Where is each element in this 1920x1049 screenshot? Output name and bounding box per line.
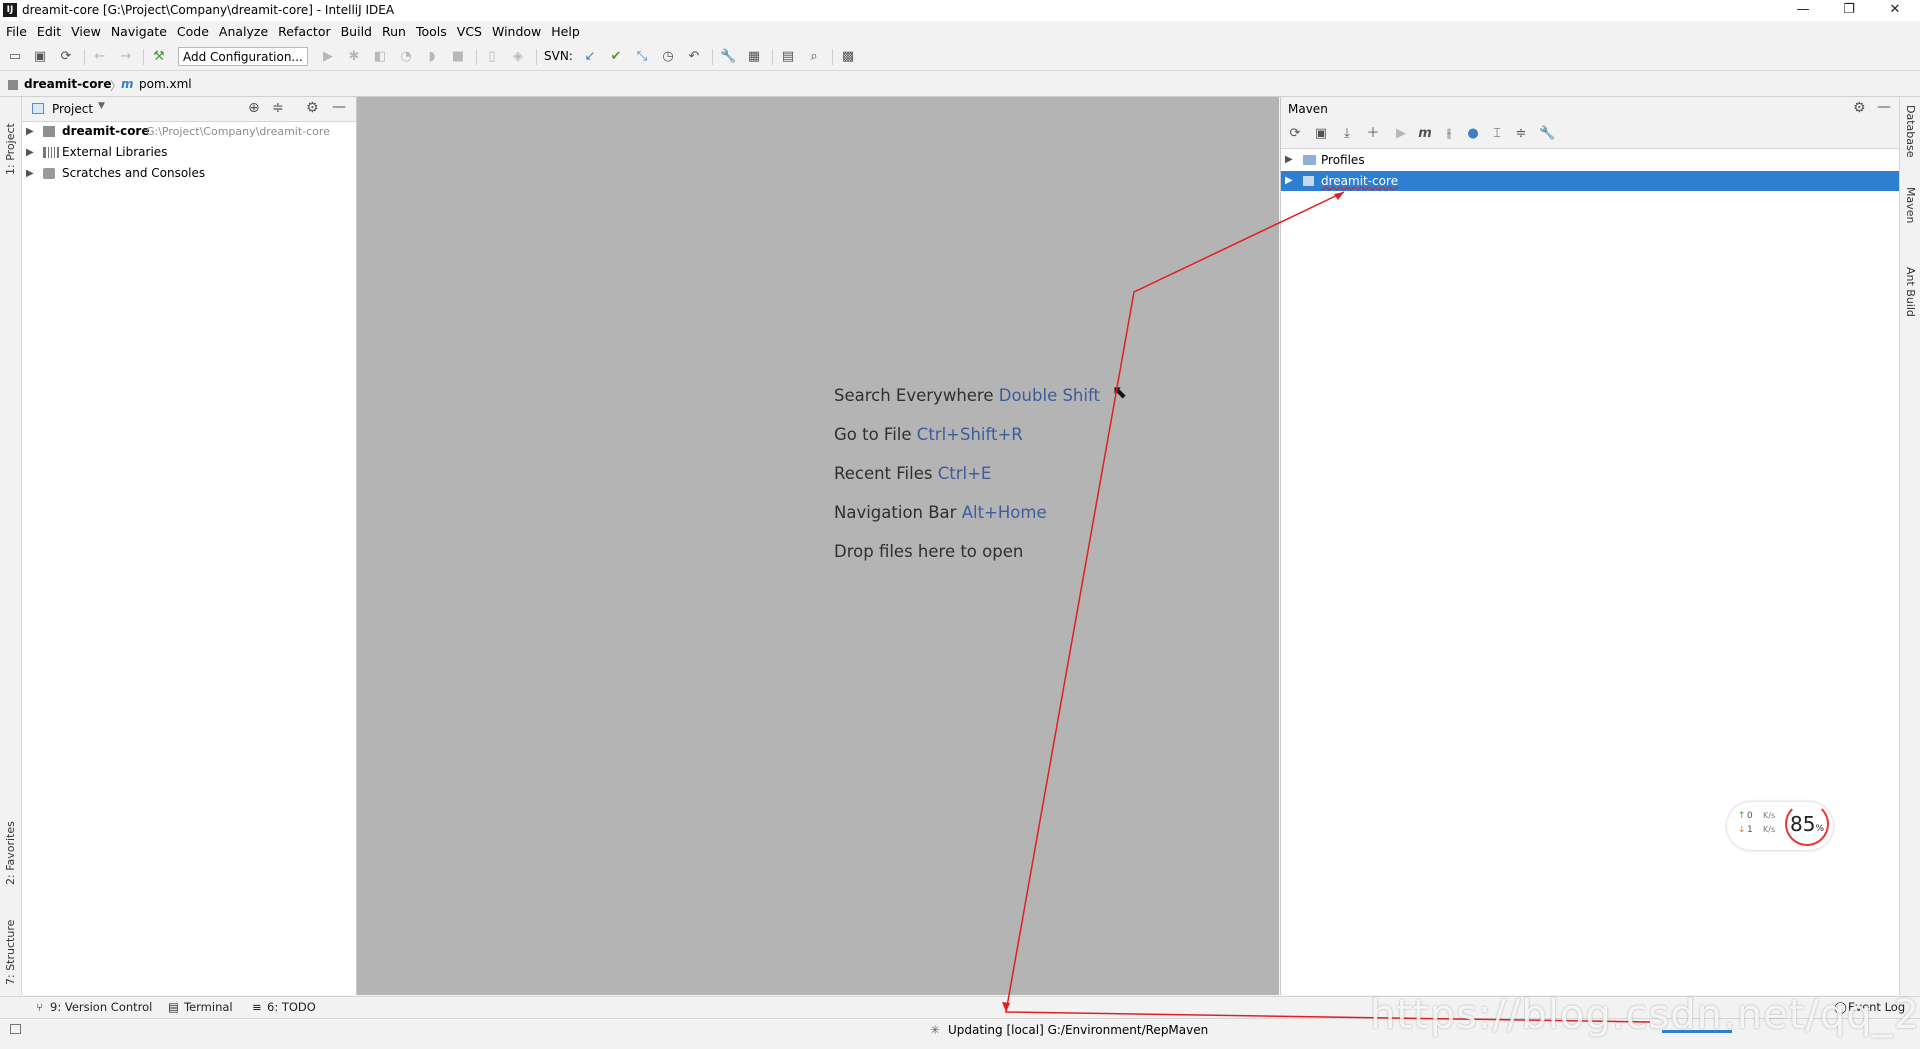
annotation-line	[1005, 191, 1651, 1023]
annotation-arrowhead-bottom	[1002, 1002, 1010, 1012]
watermark: https://blog.csdn.net/qq_2…	[1370, 992, 1920, 1038]
annotation-arrow	[1002, 191, 1651, 1023]
annotation-arrowhead-top	[1334, 192, 1344, 200]
